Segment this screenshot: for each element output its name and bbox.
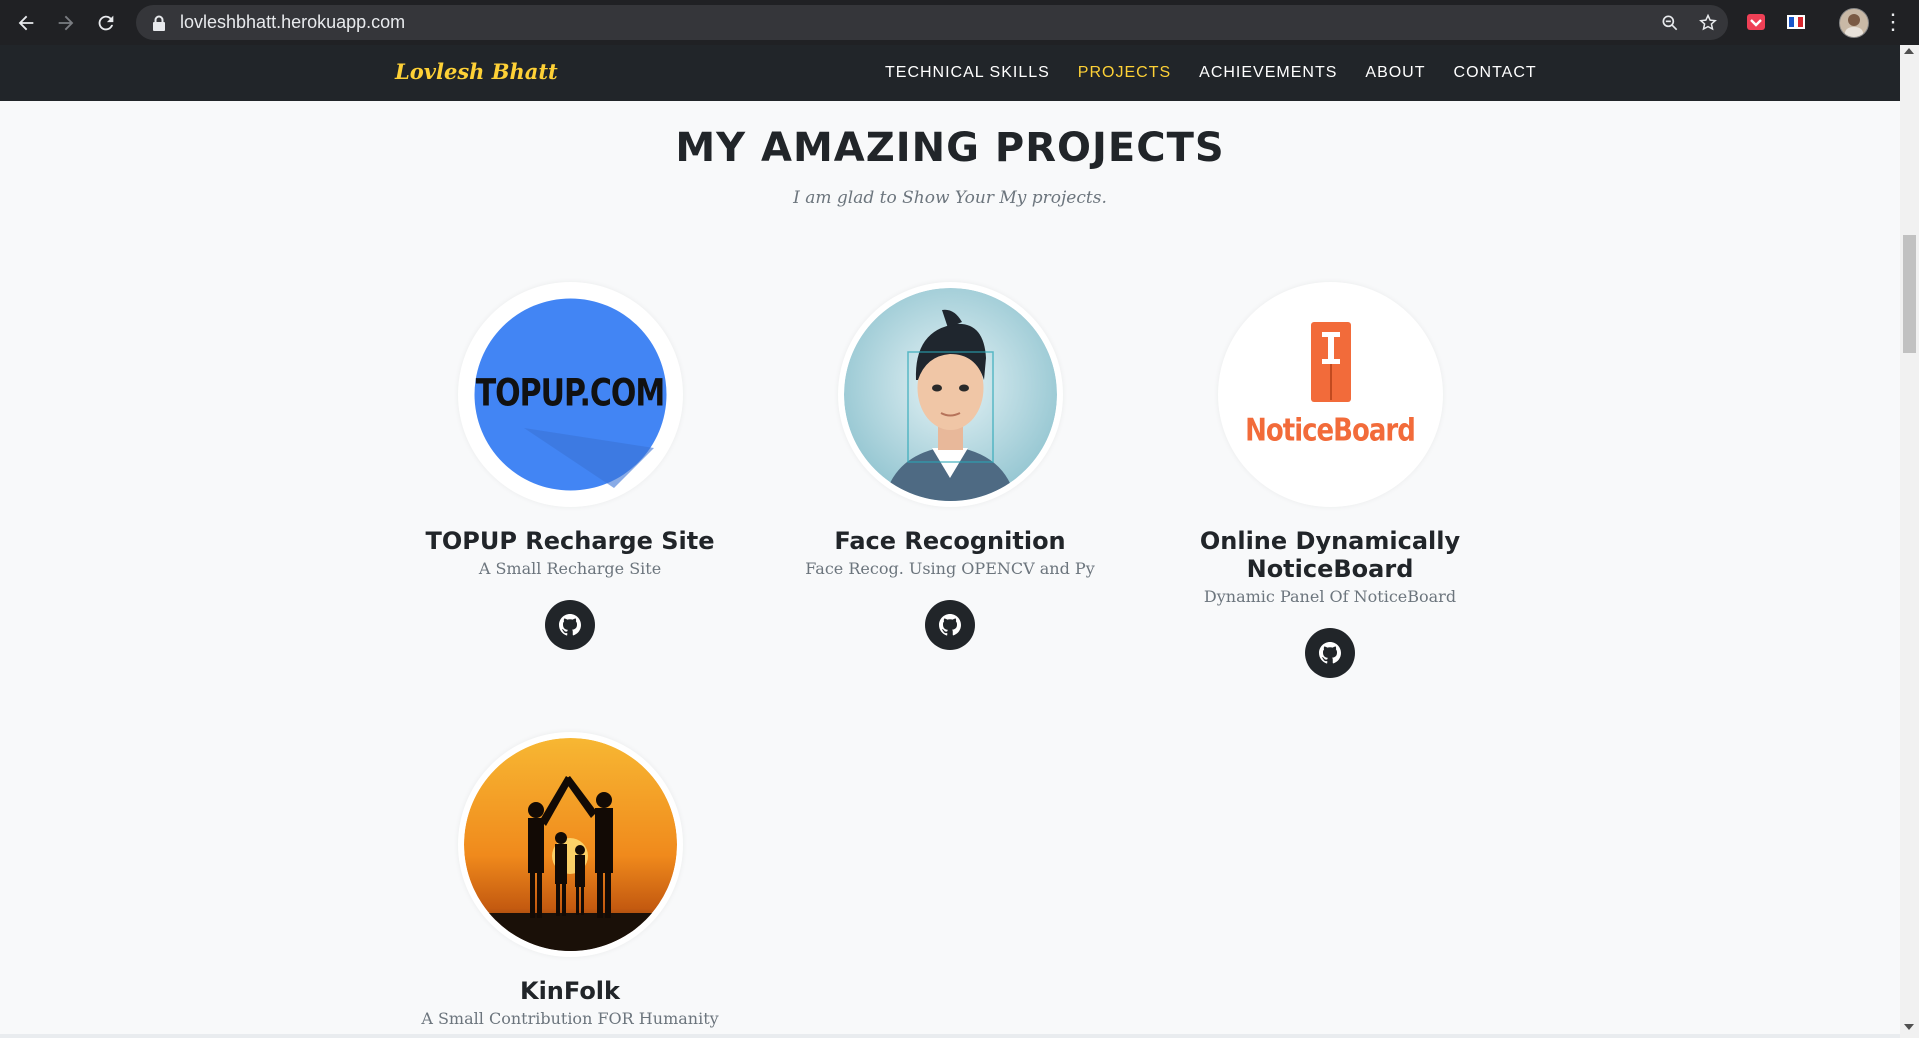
reload-button[interactable] — [86, 0, 126, 45]
project-image-noticeboard[interactable]: NoticeBoard — [1217, 282, 1443, 507]
address-bar[interactable]: lovleshbhatt.herokuapp.com — [136, 5, 1728, 40]
project-title: Face Recognition — [834, 527, 1066, 555]
translate-extension-icon[interactable] — [1782, 8, 1810, 36]
reload-icon — [98, 15, 114, 30]
url-text: lovleshbhatt.herokuapp.com — [180, 12, 406, 32]
project-card-topup: TOPUP.COM TOPUP Recharge Site A Small Re… — [380, 282, 760, 650]
noticeboard-logo-text: NoticeBoard — [1245, 413, 1416, 449]
page-scrollbar[interactable] — [1900, 45, 1919, 1038]
topup-logo-text: TOPUP.COM — [475, 371, 666, 416]
project-image-topup[interactable]: TOPUP.COM — [457, 282, 683, 507]
chrome-menu-icon[interactable]: ⋮ — [1882, 10, 1904, 34]
project-image-face-recognition[interactable] — [837, 282, 1063, 507]
brand-logo[interactable]: Lovlesh Bhatt — [395, 59, 558, 84]
project-card-face-recognition: Face Recognition Face Recog. Using OPENC… — [760, 282, 1140, 650]
forward-button[interactable] — [46, 0, 86, 45]
project-card-kinfolk: KinFolk A Small Contribution FOR Humanit… — [380, 732, 760, 1028]
project-subtitle: Dynamic Panel Of NoticeBoard — [1203, 587, 1457, 606]
project-title: KinFolk — [519, 977, 620, 1005]
arrow-left-icon — [18, 15, 34, 30]
project-subtitle: A Small Recharge Site — [478, 559, 662, 578]
nav-technical-skills[interactable]: TECHNICAL SKILLS — [871, 64, 1064, 82]
project-title: Online Dynamically NoticeBoard — [1199, 527, 1461, 583]
project-subtitle: A Small Contribution FOR Humanity — [421, 1009, 719, 1028]
nav-contact[interactable]: CONTACT — [1440, 64, 1551, 82]
github-icon — [559, 614, 581, 636]
section-subheading: I am glad to Show Your My projects. — [793, 188, 1107, 208]
back-button[interactable] — [6, 0, 46, 45]
browser-toolbar: lovleshbhatt.herokuapp.com ⋮ — [0, 0, 1919, 45]
github-button[interactable] — [545, 600, 595, 650]
lock-icon — [153, 15, 165, 31]
github-button[interactable] — [1305, 628, 1355, 678]
nav-achievements[interactable]: ACHIEVEMENTS — [1185, 64, 1351, 82]
arrow-right-icon — [58, 15, 74, 30]
scroll-up-arrow-icon[interactable] — [1904, 48, 1914, 54]
scroll-down-arrow-icon[interactable] — [1904, 1024, 1914, 1030]
section-heading: MY AMAZING PROJECTS — [675, 125, 1225, 171]
bottom-edge — [0, 1034, 1900, 1038]
project-title: TOPUP Recharge Site — [425, 527, 715, 555]
github-icon — [1319, 642, 1341, 664]
github-button[interactable] — [925, 600, 975, 650]
site-navbar: Lovlesh Bhatt TECHNICAL SKILLS PROJECTS … — [0, 45, 1900, 101]
zoom-icon[interactable] — [1660, 13, 1680, 33]
project-image-kinfolk[interactable] — [457, 732, 683, 957]
star-icon[interactable] — [1698, 13, 1718, 33]
project-card-noticeboard: NoticeBoard Online Dynamically NoticeBoa… — [1140, 282, 1520, 678]
github-icon — [939, 614, 961, 636]
scrollbar-thumb[interactable] — [1903, 235, 1916, 353]
pocket-extension-icon[interactable] — [1742, 8, 1770, 36]
nav-links: TECHNICAL SKILLS PROJECTS ACHIEVEMENTS A… — [871, 45, 1551, 101]
nav-projects[interactable]: PROJECTS — [1064, 64, 1185, 82]
profile-avatar[interactable] — [1839, 8, 1869, 38]
project-subtitle: Face Recog. Using OPENCV and Py — [805, 559, 1095, 578]
nav-about[interactable]: ABOUT — [1351, 64, 1439, 82]
